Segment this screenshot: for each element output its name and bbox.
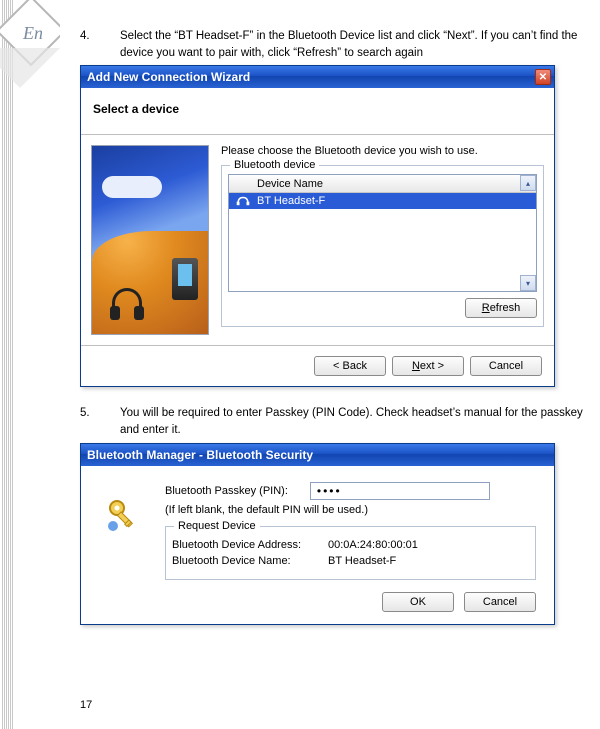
- wizard-titlebar[interactable]: Add New Connection Wizard ✕: [81, 66, 554, 88]
- security-body: Bluetooth Passkey (PIN): •••• (If left b…: [81, 466, 554, 624]
- wizard-heading: Select a device: [91, 98, 544, 134]
- bluetooth-security-window: Bluetooth Manager - Bluetooth Security B…: [80, 443, 555, 625]
- request-device-group: Request Device Bluetooth Device Address:…: [165, 526, 536, 580]
- margin-stripes: [2, 0, 14, 729]
- step-text: Select the “BT Headset-F” in the Bluetoo…: [120, 28, 600, 61]
- wizard-illustration: [91, 145, 209, 335]
- badge-shadow: [0, 48, 60, 88]
- passkey-input[interactable]: ••••: [310, 482, 490, 500]
- device-list-header[interactable]: Device Name: [229, 175, 536, 193]
- language-badge: En: [18, 18, 48, 48]
- page-left-margin: En: [0, 0, 60, 729]
- device-address-value: 00:0A:24:80:00:01: [328, 539, 418, 551]
- column-device-name: Device Name: [257, 178, 323, 190]
- wizard-body: Select a device Please choose the Blueto…: [81, 88, 554, 386]
- device-name: BT Headset-F: [257, 195, 325, 207]
- scroll-up-button[interactable]: ▴: [520, 175, 536, 191]
- cancel-button[interactable]: Cancel: [470, 356, 542, 376]
- wizard-prompt: Please choose the Bluetooth device you w…: [221, 145, 544, 157]
- group-label: Bluetooth device: [230, 159, 319, 171]
- close-icon[interactable]: ✕: [535, 69, 551, 85]
- passkey-value: ••••: [317, 484, 342, 498]
- add-connection-wizard-window: Add New Connection Wizard ✕ Select a dev…: [80, 65, 555, 387]
- step-number: 4.: [80, 28, 100, 61]
- passkey-label: Bluetooth Passkey (PIN):: [165, 485, 288, 497]
- device-list[interactable]: Device Name BT Headset-F ▴ ▾: [228, 174, 537, 292]
- group-label: Request Device: [174, 520, 260, 532]
- step-text: You will be required to enter Passkey (P…: [120, 405, 600, 438]
- security-title: Bluetooth Manager - Bluetooth Security: [87, 448, 313, 462]
- cancel-button[interactable]: Cancel: [464, 592, 536, 612]
- wizard-title: Add New Connection Wizard: [87, 70, 250, 84]
- instruction-step-4: 4. Select the “BT Headset-F” in the Blue…: [80, 28, 600, 61]
- passkey-hint: (If left blank, the default PIN will be …: [165, 504, 536, 516]
- scroll-down-button[interactable]: ▾: [520, 275, 536, 291]
- device-address-label: Bluetooth Device Address:: [172, 539, 312, 551]
- bluetooth-device-group: Bluetooth device Device Name BT Headset-…: [221, 165, 544, 327]
- device-list-item-selected[interactable]: BT Headset-F: [229, 193, 536, 209]
- ok-button[interactable]: OK: [382, 592, 454, 612]
- headset-icon: [229, 196, 257, 206]
- page-content: 4. Select the “BT Headset-F” in the Blue…: [80, 28, 600, 643]
- key-icon: [99, 482, 147, 532]
- page-number: 17: [80, 699, 92, 711]
- refresh-label-tail: efresh: [490, 302, 521, 314]
- back-button[interactable]: < Back: [314, 356, 386, 376]
- next-button[interactable]: Next >: [392, 356, 464, 376]
- refresh-button[interactable]: Refresh: [465, 298, 537, 318]
- instruction-step-5: 5. You will be required to enter Passkey…: [80, 405, 600, 438]
- device-name-label: Bluetooth Device Name:: [172, 555, 312, 567]
- step-number: 5.: [80, 405, 100, 438]
- device-name-value: BT Headset-F: [328, 555, 396, 567]
- security-titlebar[interactable]: Bluetooth Manager - Bluetooth Security: [81, 444, 554, 466]
